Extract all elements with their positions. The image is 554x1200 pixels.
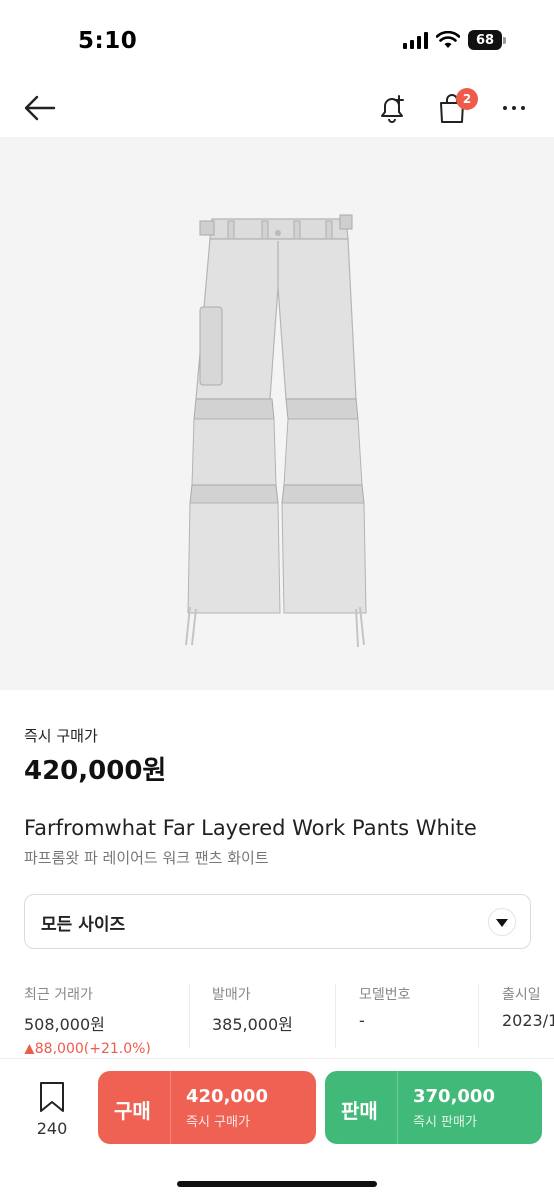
more-dot-icon: [521, 106, 525, 110]
recent-trade-label: 최근 거래가: [24, 987, 93, 1003]
recent-trade-change: ▲88,000(+21.0%): [24, 1041, 151, 1054]
buy-button-price: 420,000: [186, 1086, 268, 1107]
release-date-value: 2023/1: [502, 1011, 554, 1030]
battery-level: 68: [468, 30, 502, 50]
release-price-label: 발매가: [212, 987, 251, 1003]
release-price-info: 발매가 385,000원: [212, 984, 293, 1035]
model-number-info: 모델번호 -: [359, 984, 411, 1030]
more-options-button[interactable]: [494, 88, 534, 128]
wishlist-button[interactable]: 240: [30, 1081, 74, 1138]
top-nav: 2: [0, 80, 554, 136]
product-image[interactable]: [0, 137, 554, 690]
recent-trade-info: 최근 거래가 508,000원 ▲88,000(+21.0%): [24, 984, 151, 1054]
instant-buy-price: 420,000원: [24, 756, 167, 786]
bell-plus-icon: [381, 95, 404, 123]
release-date-label: 출시일: [502, 987, 541, 1003]
status-icons: 68: [403, 30, 506, 50]
notification-button[interactable]: [372, 88, 412, 128]
more-dot-icon: [512, 106, 516, 110]
model-number-label: 모델번호: [359, 987, 411, 1003]
sell-button-label: 판매: [341, 1099, 378, 1123]
more-dot-icon: [503, 106, 507, 110]
back-button[interactable]: [20, 88, 60, 128]
buy-button[interactable]: 구매 420,000 즉시 구매가: [98, 1071, 316, 1144]
cart-count-badge: 2: [456, 88, 478, 110]
divider: [335, 984, 336, 1048]
product-name-korean: 파프롬왓 파 레이어드 워크 팬츠 화이트: [24, 849, 269, 867]
cart-button[interactable]: 2: [432, 88, 478, 128]
arrow-left-icon: [24, 95, 56, 121]
release-date-info: 출시일 2023/1: [502, 984, 554, 1030]
divider: [170, 1071, 171, 1144]
pants-illustration: [185, 214, 367, 648]
recent-trade-value: 508,000원: [24, 1015, 105, 1034]
product-info-row: 최근 거래가 508,000원 ▲88,000(+21.0%) 발매가 385,…: [0, 984, 554, 1054]
home-indicator[interactable]: [177, 1181, 377, 1187]
instant-buy-price-label: 즉시 구매가: [24, 727, 98, 745]
buy-button-label: 구매: [114, 1099, 151, 1123]
product-name: Farfromwhat Far Layered Work Pants White: [24, 816, 477, 840]
sell-button[interactable]: 판매 370,000 즉시 판매가: [325, 1071, 542, 1144]
wishlist-count: 240: [36, 1119, 68, 1138]
status-time: 5:10: [78, 28, 138, 54]
wifi-icon: [436, 31, 460, 48]
buy-button-sublabel: 즉시 구매가: [186, 1115, 250, 1130]
status-bar: 5:10 68: [0, 0, 554, 80]
sell-button-sublabel: 즉시 판매가: [413, 1115, 477, 1130]
model-number-value: -: [359, 1011, 365, 1030]
bookmark-icon: [40, 1082, 64, 1112]
divider: [397, 1071, 398, 1144]
bottom-action-bar: 240 구매 420,000 즉시 구매가 판매 370,000 즉시 판매가: [0, 1058, 554, 1200]
caret-down-icon: [488, 908, 516, 936]
cellular-signal-icon: [403, 31, 428, 49]
release-price-value: 385,000원: [212, 1015, 293, 1034]
divider: [478, 984, 479, 1048]
sell-button-price: 370,000: [413, 1086, 495, 1107]
battery-icon: 68: [468, 30, 506, 50]
size-select[interactable]: 모든 사이즈: [24, 894, 531, 949]
size-select-label: 모든 사이즈: [41, 915, 126, 935]
divider: [189, 984, 190, 1048]
